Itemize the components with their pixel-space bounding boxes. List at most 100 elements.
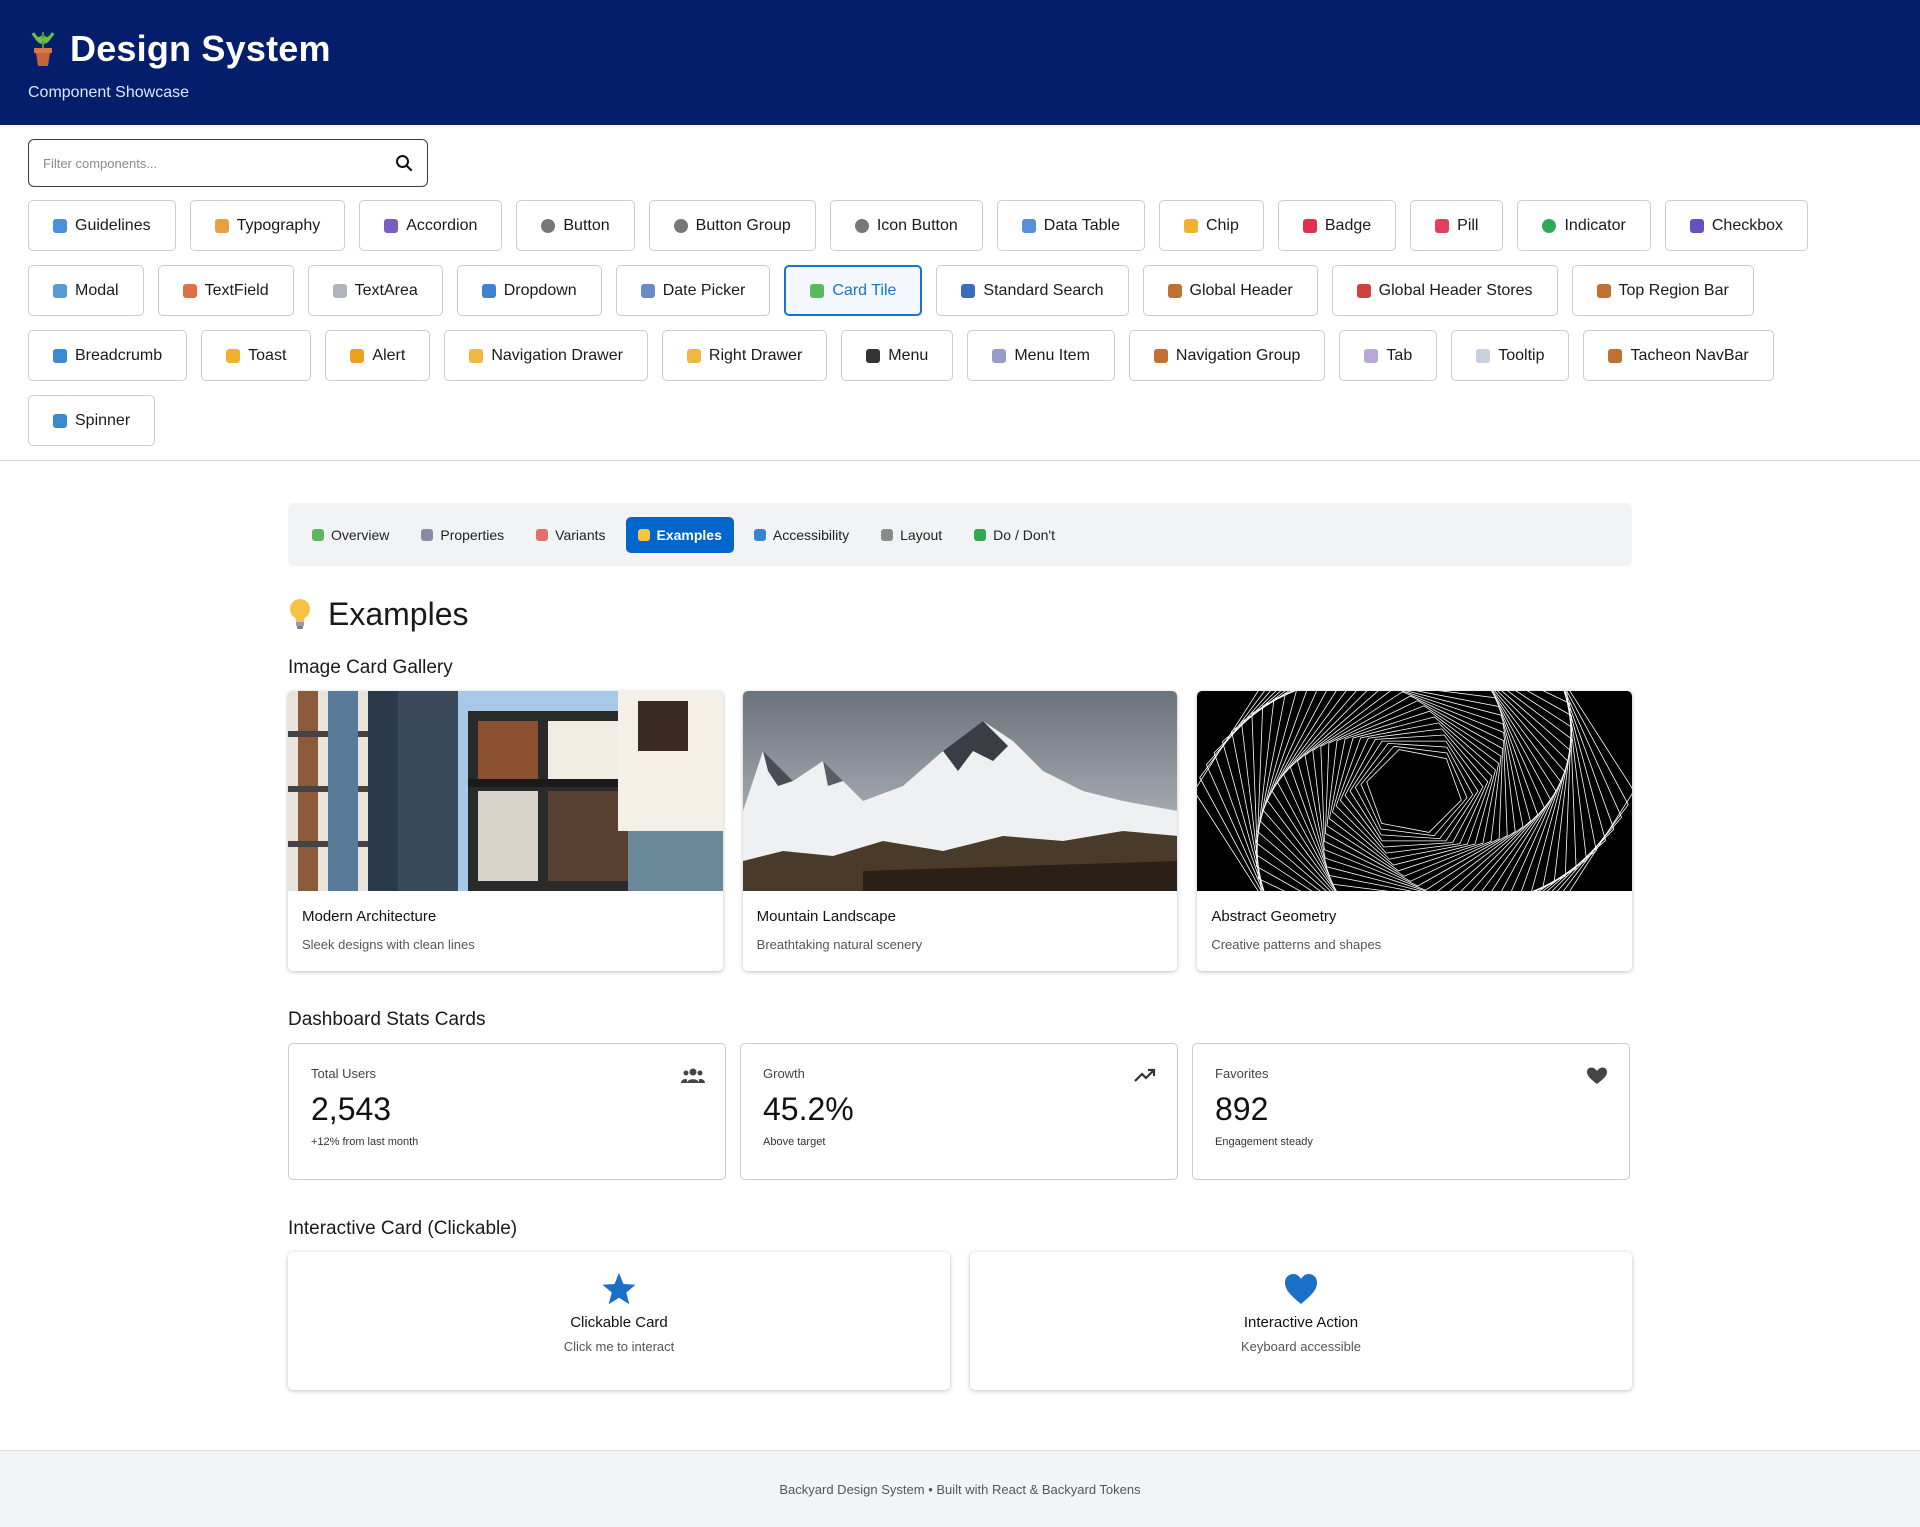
- component-chip-indicator[interactable]: Indicator: [1517, 200, 1651, 251]
- dropdown-icon: [481, 283, 496, 298]
- component-chip-label: Button: [563, 216, 610, 234]
- component-chip-date-picker[interactable]: Date Picker: [615, 265, 771, 316]
- ticket-icon: [1183, 218, 1198, 233]
- card-title: Interactive Action: [1243, 1314, 1359, 1331]
- heart-icon: [1285, 1274, 1317, 1304]
- component-chip-label: Navigation Drawer: [491, 346, 623, 364]
- check-icon: [974, 528, 987, 541]
- compass-icon: [1153, 348, 1168, 363]
- component-chip-breadcrumb[interactable]: Breadcrumb: [28, 330, 188, 381]
- component-chip-accordion[interactable]: Accordion: [359, 200, 503, 251]
- component-chip-label: Top Region Bar: [1618, 281, 1729, 299]
- filter-search-box[interactable]: [28, 139, 428, 187]
- component-chip-button[interactable]: Button: [516, 200, 635, 251]
- component-chip-global-header-stores[interactable]: Global Header Stores: [1331, 265, 1558, 316]
- component-chip-card-tile[interactable]: Card Tile: [784, 265, 923, 316]
- component-chip-checkbox[interactable]: Checkbox: [1664, 200, 1809, 251]
- compass-icon: [1596, 283, 1611, 298]
- component-chip-tooltip[interactable]: Tooltip: [1451, 330, 1570, 381]
- component-chip-menu[interactable]: Menu: [841, 330, 954, 381]
- component-chip-toast[interactable]: Toast: [201, 330, 312, 381]
- component-chip-navigation-group[interactable]: Navigation Group: [1128, 330, 1326, 381]
- radio-button-icon: [854, 218, 869, 233]
- tab-do-don-t[interactable]: Do / Don't: [962, 517, 1067, 553]
- component-chip-label: Tacheon NavBar: [1630, 346, 1749, 364]
- component-chip-tab[interactable]: Tab: [1339, 330, 1438, 381]
- stats-cards: Total Users 2,543 +12% from last month G…: [288, 1043, 1632, 1180]
- component-chip-label: Guidelines: [75, 216, 151, 234]
- tab-layout[interactable]: Layout: [869, 517, 954, 553]
- image-card[interactable]: Modern Architecture Sleek designs with c…: [288, 691, 723, 971]
- component-row: Modal TextField TextArea Dropdown Date Picke…: [28, 265, 1892, 316]
- component-list: Guidelines Typography Accordion Button Butto…: [28, 200, 1892, 446]
- users-icon: [681, 1068, 705, 1083]
- component-chip-label: Breadcrumb: [75, 346, 163, 364]
- warning-icon: [350, 348, 365, 363]
- image-card[interactable]: Abstract Geometry Creative patterns and …: [1197, 691, 1633, 971]
- footer: Backyard Design System • Built with Reac…: [0, 1450, 1920, 1527]
- component-chip-data-table[interactable]: Data Table: [996, 200, 1145, 251]
- folder-icon: [686, 348, 701, 363]
- component-row: Spinner: [28, 395, 1892, 446]
- component-chip-textarea[interactable]: TextArea: [307, 265, 443, 316]
- card-title: Abstract Geometry: [1211, 908, 1337, 925]
- component-chip-badge[interactable]: Badge: [1277, 200, 1397, 251]
- component-chip-spinner[interactable]: Spinner: [28, 395, 156, 446]
- card-subtitle: Breathtaking natural scenery: [756, 937, 923, 952]
- magnifier-icon: [961, 283, 976, 298]
- component-chip-menu-item[interactable]: Menu Item: [967, 330, 1115, 381]
- component-chip-standard-search[interactable]: Standard Search: [936, 265, 1129, 316]
- search-icon[interactable]: [395, 154, 413, 172]
- stat-label: Growth: [763, 1066, 805, 1081]
- component-chip-label: Date Picker: [662, 281, 746, 299]
- tab-label: Properties: [440, 526, 505, 543]
- filter-input[interactable]: [43, 155, 373, 171]
- map-icon: [53, 348, 67, 363]
- component-chip-tacheon-navbar[interactable]: Tacheon NavBar: [1583, 330, 1774, 381]
- bell-icon: [226, 348, 241, 363]
- badge-icon: [1302, 218, 1317, 233]
- component-chip-typography[interactable]: Typography: [189, 200, 346, 251]
- component-chip-navigation-drawer[interactable]: Navigation Drawer: [444, 330, 648, 381]
- writing-hand-icon: [214, 218, 229, 233]
- component-chip-global-header[interactable]: Global Header: [1142, 265, 1318, 316]
- component-chip-icon-button[interactable]: Icon Button: [829, 200, 983, 251]
- component-chip-dropdown[interactable]: Dropdown: [456, 265, 602, 316]
- tab-label: Accessibility: [772, 526, 850, 543]
- tab-properties[interactable]: Properties: [409, 517, 516, 553]
- mountain-image: [742, 691, 1178, 891]
- component-chip-label: Pill: [1457, 216, 1479, 234]
- tab-accessibility[interactable]: Accessibility: [742, 517, 861, 553]
- folder-icon: [469, 348, 484, 363]
- tab-icon: [1364, 348, 1379, 363]
- component-chip-pill[interactable]: Pill: [1410, 200, 1504, 251]
- gallery-heading: Image Card Gallery: [288, 657, 453, 678]
- component-chip-textfield[interactable]: TextField: [157, 265, 294, 316]
- store-icon: [1356, 283, 1371, 298]
- tab-variants[interactable]: Variants: [524, 517, 617, 553]
- interactive-action-card[interactable]: Interactive Action Keyboard accessible: [970, 1252, 1632, 1390]
- stat-value: 892: [1215, 1091, 1269, 1127]
- trending-up-icon: [1134, 1068, 1156, 1082]
- component-chip-modal[interactable]: Modal: [28, 265, 144, 316]
- palette-icon: [536, 528, 549, 541]
- card-title: Modern Architecture: [302, 908, 437, 925]
- page-title: Design System: [70, 28, 331, 69]
- compass-icon: [1608, 348, 1623, 363]
- tab-label: Examples: [656, 526, 722, 543]
- component-chip-top-region-bar[interactable]: Top Region Bar: [1571, 265, 1754, 316]
- component-chip-label: Card Tile: [832, 281, 897, 299]
- main-content: Overview Properties Variants Examples Access…: [288, 461, 1633, 1390]
- component-chip-alert[interactable]: Alert: [325, 330, 431, 381]
- interactive-heading: Interactive Card (Clickable): [288, 1218, 518, 1239]
- tab-overview[interactable]: Overview: [300, 517, 401, 553]
- memo-icon: [182, 283, 197, 298]
- clickable-card[interactable]: Clickable Card Click me to interact: [288, 1252, 950, 1390]
- component-chip-guidelines[interactable]: Guidelines: [28, 200, 176, 251]
- component-chip-button-group[interactable]: Button Group: [648, 200, 816, 251]
- abstract-image: [1197, 691, 1633, 891]
- tab-examples[interactable]: Examples: [625, 516, 734, 553]
- component-chip-chip[interactable]: Chip: [1158, 200, 1264, 251]
- component-chip-right-drawer[interactable]: Right Drawer: [661, 330, 828, 381]
- image-card[interactable]: Mountain Landscape Breathtaking natural …: [742, 691, 1178, 971]
